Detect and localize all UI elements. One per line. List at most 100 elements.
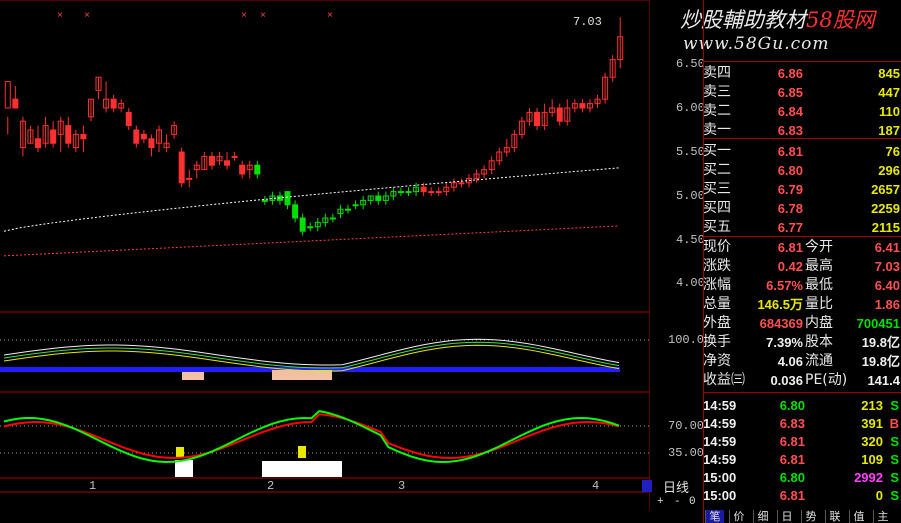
tick-row: 14:59 6.81 320 S <box>703 432 901 451</box>
ask-price: 6.84 <box>777 104 803 119</box>
ask-volume: 845 <box>878 66 900 81</box>
quote-panel: 卖四 6.86 845 卖三 6.85 447 卖二 6.84 110 卖一 6.83 187 买一 6… <box>703 0 901 523</box>
quote-label-2: 股本 <box>805 334 833 350</box>
top-event-marker-0: × <box>57 11 63 22</box>
candle-body <box>133 129 140 144</box>
collapse-toggle[interactable] <box>642 480 652 492</box>
tab-2[interactable]: 价 <box>729 510 748 523</box>
indicator2-white-block-a <box>175 460 193 477</box>
candle-body <box>125 111 132 127</box>
candle-body <box>579 103 586 109</box>
x-axis-label-3: 3 <box>398 479 406 493</box>
tick-volume: 320 <box>861 434 883 449</box>
candle-body <box>110 98 117 109</box>
zoom-out-button[interactable]: - <box>674 496 681 508</box>
candle-body <box>284 191 291 206</box>
candle-body <box>12 98 19 109</box>
bid-volume: 2115 <box>871 220 900 235</box>
candle-body <box>231 155 238 158</box>
kline-chart-svg[interactable]: × × × × × <box>0 0 650 510</box>
indicator1-line-a <box>3 338 620 366</box>
candle-body <box>435 191 442 194</box>
indicator2-yellow-block-a <box>176 447 184 457</box>
candle-body <box>428 191 435 194</box>
quote-label: 净资 <box>703 353 731 369</box>
candle-body <box>329 217 336 220</box>
bid-row[interactable]: 买三 6.79 2657 <box>703 180 901 199</box>
top-event-marker-2: × <box>241 11 247 22</box>
quote-row: 外盘 684369 内盘 700451 <box>703 314 901 333</box>
bid-row[interactable]: 买五 6.77 2115 <box>703 218 901 237</box>
quote-label: 收益㈢ <box>703 372 745 388</box>
candle-body <box>292 204 299 219</box>
bid-volume: 2657 <box>871 182 900 197</box>
tick-row: 14:59 6.83 391 B <box>703 414 901 433</box>
ask-volume: 110 <box>879 104 900 119</box>
ask-row[interactable]: 卖四 6.86 845 <box>703 64 901 83</box>
bid-row[interactable]: 买一 6.81 76 <box>703 142 901 161</box>
zoom-reset-button[interactable]: 0 <box>689 496 696 508</box>
y-tick-6-00: 6.00 <box>676 101 705 115</box>
tick-volume: 213 <box>861 398 883 413</box>
quote-value-2: 19.8亿 <box>861 335 900 350</box>
moving-average-line <box>3 167 620 232</box>
ask-row[interactable]: 卖二 6.84 110 <box>703 102 901 121</box>
candle-body <box>405 191 412 194</box>
tab-5[interactable]: 势 <box>801 510 820 523</box>
quote-row: 收益㈢ 0.036 PE(动) 141.4 <box>703 371 901 390</box>
quote-row: 净资 4.06 流通 19.8亿 <box>703 352 901 371</box>
zoom-in-button[interactable]: + <box>657 496 664 508</box>
x-axis-label-4: 4 <box>592 479 600 493</box>
candle-body <box>345 208 352 211</box>
ask-label: 卖二 <box>703 103 731 119</box>
tick-time: 14:59 <box>703 452 737 467</box>
candle-body <box>148 138 155 149</box>
bid-volume: 76 <box>885 144 900 159</box>
tab-6[interactable]: 联 <box>825 510 844 523</box>
tick-side: S <box>890 452 899 467</box>
tick-volume: 0 <box>875 488 883 503</box>
tab-8[interactable]: 主 <box>873 510 892 523</box>
candle-body <box>458 182 465 185</box>
top-event-marker-1: × <box>84 11 90 22</box>
tick-time: 15:00 <box>703 470 737 485</box>
period-label[interactable]: 日线 <box>663 477 689 496</box>
tick-volume: 109 <box>861 452 883 467</box>
tab-4[interactable]: 日 <box>777 510 796 523</box>
candle-body <box>186 177 193 180</box>
indicator2-yellow-block-b <box>298 446 306 458</box>
tab-7[interactable]: 值 <box>849 510 868 523</box>
candle-body <box>178 151 185 184</box>
quote-value: 684369 <box>759 316 803 331</box>
chart-area[interactable]: × × × × × 7.03 <box>0 0 650 510</box>
indicator1-line-c <box>3 341 620 369</box>
candle-body <box>352 204 359 207</box>
ask-row[interactable]: 卖三 6.85 447 <box>703 83 901 102</box>
candle-body <box>307 226 314 229</box>
tick-row: 14:59 6.80 213 S <box>703 396 901 415</box>
quote-label: 现价 <box>703 239 731 255</box>
y-tick-6-50: 6.50 <box>676 57 705 71</box>
candle-body <box>556 107 563 122</box>
last-price-marker: 7.03 <box>573 15 602 29</box>
ask-label: 卖四 <box>703 65 731 81</box>
quote-value-2: 19.8亿 <box>861 354 900 369</box>
top-event-marker-3: × <box>260 11 266 22</box>
bid-row[interactable]: 买四 6.78 2259 <box>703 199 901 218</box>
bid-volume: 296 <box>878 163 900 178</box>
bid-label: 买二 <box>703 162 731 178</box>
tab-3[interactable]: 细 <box>753 510 772 523</box>
indicator2-white-block-b <box>262 461 342 477</box>
tick-side: S <box>890 434 899 449</box>
tab-1[interactable]: 笔 <box>705 510 724 523</box>
tick-row: 14:59 6.81 109 S <box>703 450 901 469</box>
x-axis-label-1: 1 <box>89 479 97 493</box>
indicator2-y-tick-70: 70.00 <box>668 419 705 433</box>
bid-row[interactable]: 买二 6.80 296 <box>703 161 901 180</box>
bid-price: 6.77 <box>777 220 803 235</box>
quote-value-2: 700451 <box>856 316 900 331</box>
quote-value-2: 7.03 <box>874 259 900 274</box>
indicator1-marker-b <box>272 370 332 380</box>
bid-volume: 2259 <box>871 201 900 216</box>
tick-price: 6.80 <box>779 470 805 485</box>
